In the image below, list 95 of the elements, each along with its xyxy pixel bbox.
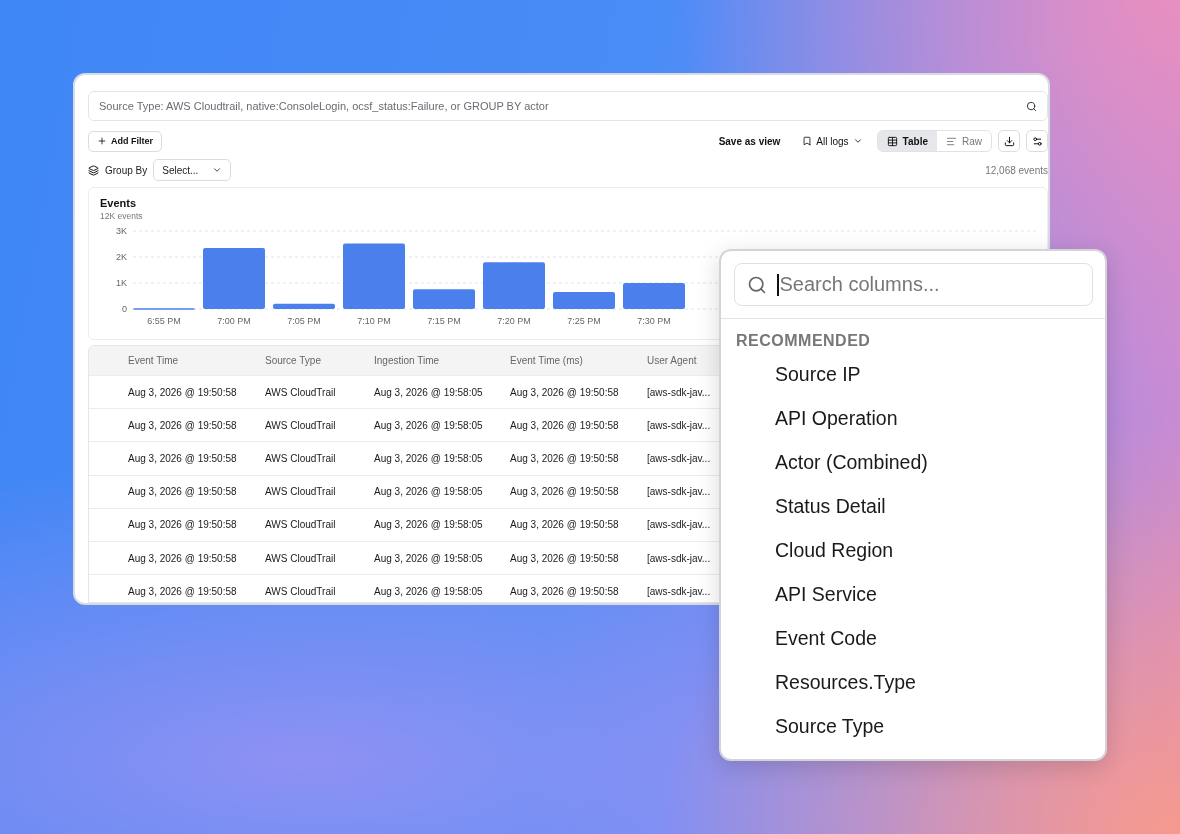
table-cell: Aug 3, 2026 @ 19:58:05: [374, 486, 483, 498]
table-cell: Aug 3, 2026 @ 19:50:58: [128, 452, 237, 464]
column-option[interactable]: Cloud Region: [775, 538, 1105, 582]
axis-label: 7:05 PM: [287, 316, 321, 326]
table-cell: [aws-sdk-jav...: [647, 585, 711, 597]
table-cell: Aug 3, 2026 @ 19:50:58: [128, 486, 237, 498]
column-header[interactable]: Ingestion Time: [374, 355, 510, 366]
table-cell: Aug 3, 2026 @ 19:50:58: [128, 419, 237, 431]
table-cell: Aug 3, 2026 @ 19:58:05: [374, 585, 483, 597]
table-cell: Aug 3, 2026 @ 19:50:58: [510, 585, 619, 597]
column-header[interactable]: Source Type: [265, 355, 374, 366]
column-option[interactable]: Event Code: [775, 626, 1105, 670]
axis-label: 0: [122, 304, 127, 314]
column-search-bar[interactable]: Search columns...: [734, 263, 1093, 306]
axis-label: 7:10 PM: [357, 316, 391, 326]
axis-label: 2K: [116, 252, 127, 262]
axis-label: 7:00 PM: [217, 316, 251, 326]
chart-bar: [203, 247, 265, 309]
chevron-down-icon: [212, 165, 223, 175]
chart-bar: [343, 243, 405, 309]
section-heading: RECOMMENDED: [735, 331, 872, 350]
axis-label: 7:20 PM: [497, 316, 531, 326]
table-cell: [aws-sdk-jav...: [647, 386, 711, 398]
text-cursor: [777, 273, 779, 296]
column-header[interactable]: Event Time (ms): [510, 355, 647, 366]
event-count: 12,068 events: [985, 164, 1048, 176]
group-by-label: Group By: [105, 164, 148, 176]
table-cell: AWS CloudTrail: [265, 519, 336, 531]
chart-bar: [273, 303, 335, 309]
table-cell: [aws-sdk-jav...: [647, 419, 711, 431]
table-cell: Aug 3, 2026 @ 19:50:58: [510, 452, 619, 464]
chart-title: Events: [100, 197, 138, 209]
download-icon: [1003, 135, 1015, 147]
column-option[interactable]: Source Type: [775, 714, 1105, 758]
chevron-down-icon: [852, 136, 863, 146]
chart-bar: [483, 262, 545, 309]
chart-bar: [623, 283, 685, 309]
table-cell: Aug 3, 2026 @ 19:58:05: [374, 552, 483, 564]
table-cell: Aug 3, 2026 @ 19:50:58: [510, 552, 619, 564]
view-mode-tab[interactable]: Table: [877, 131, 937, 151]
table-cell: Aug 3, 2026 @ 19:50:58: [510, 419, 619, 431]
saved-views-dropdown[interactable]: All logs: [794, 130, 871, 152]
table-cell: AWS CloudTrail: [265, 552, 336, 564]
column-option[interactable]: Resources.Type: [775, 670, 1105, 714]
table-cell: Aug 3, 2026 @ 19:50:58: [510, 386, 619, 398]
table-cell: Aug 3, 2026 @ 19:50:58: [128, 585, 237, 597]
table-cell: AWS CloudTrail: [265, 419, 336, 431]
table-cell: [aws-sdk-jav...: [647, 552, 711, 564]
axis-label: 6:55 PM: [147, 316, 181, 326]
table-icon: [886, 135, 898, 147]
view-mode-tab[interactable]: Raw: [937, 131, 991, 151]
column-option[interactable]: Actor (Combined): [775, 450, 1105, 494]
download-button[interactable]: [998, 130, 1020, 152]
search-bar[interactable]: Source Type: AWS Cloudtrail, native:ConsoleLogin, ocsf_status:Failure, or GROUP BY actor: [88, 91, 1048, 121]
axis-label: 7:15 PM: [427, 316, 461, 326]
axis-label: 3K: [116, 226, 127, 236]
search-input[interactable]: Source Type: AWS Cloudtrail, native:ConsoleLogin, ocsf_status:Failure, or GROUP BY actor: [99, 100, 1026, 112]
column-option[interactable]: Status Detail: [775, 494, 1105, 538]
column-option[interactable]: API Operation: [775, 406, 1105, 450]
table-cell: [aws-sdk-jav...: [647, 519, 711, 531]
table-cell: Aug 3, 2026 @ 19:58:05: [374, 386, 483, 398]
group-by-select[interactable]: Select...: [153, 159, 232, 181]
table-cell: Aug 3, 2026 @ 19:50:58: [510, 486, 619, 498]
search-icon[interactable]: [1026, 100, 1037, 112]
search-icon: [747, 274, 767, 295]
table-cell: Aug 3, 2026 @ 19:58:05: [374, 519, 483, 531]
table-cell: Aug 3, 2026 @ 19:50:58: [510, 519, 619, 531]
column-option[interactable]: API Service: [775, 582, 1105, 626]
chart-bar: [553, 292, 615, 309]
table-cell: AWS CloudTrail: [265, 452, 336, 464]
table-cell: Aug 3, 2026 @ 19:58:05: [374, 452, 483, 464]
table-cell: AWS CloudTrail: [265, 486, 336, 498]
table-cell: AWS CloudTrail: [265, 585, 336, 597]
add-filter-button[interactable]: Add Filter: [88, 130, 162, 152]
axis-label: 7:30 PM: [637, 316, 671, 326]
chart-subtitle: 12K events: [100, 211, 144, 221]
table-cell: Aug 3, 2026 @ 19:50:58: [128, 519, 237, 531]
table-cell: Aug 3, 2026 @ 19:58:05: [374, 419, 483, 431]
table-cell: [aws-sdk-jav...: [647, 486, 711, 498]
table-cell: [aws-sdk-jav...: [647, 452, 711, 464]
table-cell: Aug 3, 2026 @ 19:50:58: [128, 386, 237, 398]
settings-button[interactable]: [1026, 130, 1048, 152]
layers-icon: [88, 164, 99, 176]
table-cell: Aug 3, 2026 @ 19:50:58: [128, 552, 237, 564]
column-option[interactable]: Source IP: [775, 362, 1105, 406]
axis-label: 1K: [116, 278, 127, 288]
chart-bar: [413, 289, 475, 309]
plus-icon: [97, 136, 107, 146]
axis-label: 7:25 PM: [567, 316, 601, 326]
lines-icon: [946, 135, 957, 147]
save-view-button[interactable]: Save as view: [710, 130, 789, 152]
column-header[interactable]: Event Time: [128, 355, 265, 366]
sliders-icon: [1031, 135, 1043, 147]
bookmark-icon: [802, 136, 813, 146]
table-cell: AWS CloudTrail: [265, 386, 336, 398]
